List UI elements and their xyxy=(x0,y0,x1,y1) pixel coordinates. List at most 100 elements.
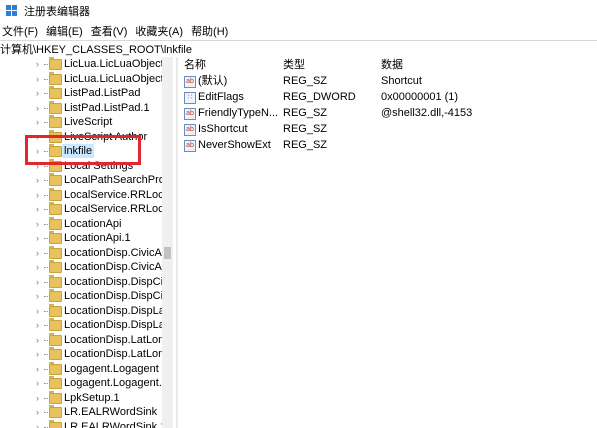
chevron-right-icon[interactable]: › xyxy=(36,231,44,245)
chevron-right-icon[interactable]: › xyxy=(36,347,44,361)
value-row[interactable]: ab FriendlyTypeN... REG_SZ @shell32.dll,-41… xyxy=(178,105,597,121)
red-highlight-box xyxy=(25,135,141,165)
value-name: IsShortcut xyxy=(198,123,248,135)
folder-icon xyxy=(49,347,62,360)
tree-item[interactable]: › LocationApi xyxy=(0,216,170,231)
value-row[interactable]: ∷ EditFlags REG_DWORD 0x00000001 (1) xyxy=(178,89,597,105)
menu-view[interactable]: 查看(V) xyxy=(87,23,132,39)
folder-icon xyxy=(49,216,62,230)
tree-item-label: ListPad.ListPad.1 xyxy=(64,101,150,114)
folder-icon xyxy=(49,260,62,273)
menu-file[interactable]: 文件(F) xyxy=(0,23,42,39)
folder-icon xyxy=(49,115,62,128)
tree-scrollbar-thumb[interactable] xyxy=(164,247,171,259)
tree-item[interactable]: › LicLua.LicLuaObject. xyxy=(0,71,170,86)
chevron-right-icon[interactable]: › xyxy=(36,376,44,390)
tree-item-label: LocationApi xyxy=(64,217,122,230)
tree-item-label: Logagent.Logagent xyxy=(64,362,159,375)
tree-item[interactable]: › LocationDisp.LatLon xyxy=(0,347,170,361)
chevron-right-icon[interactable]: › xyxy=(36,115,44,129)
tree-item-label: LicLua.LicLuaObject. xyxy=(64,72,167,85)
tree-item[interactable]: › LocationDisp.LatLon xyxy=(0,332,170,347)
folder-icon xyxy=(49,245,62,259)
chevron-right-icon[interactable]: › xyxy=(36,246,44,260)
chevron-right-icon[interactable]: › xyxy=(36,260,44,274)
tree-item[interactable]: › LocationDisp.DispLa xyxy=(0,303,170,318)
tree-scrollbar[interactable] xyxy=(162,57,173,428)
column-header-name[interactable]: 名称 xyxy=(184,57,206,73)
tree-item[interactable]: › ListPad.ListPad xyxy=(0,86,170,100)
chevron-right-icon[interactable]: › xyxy=(36,86,44,100)
tree-item[interactable]: › LocationDisp.DispCiv xyxy=(0,289,170,303)
column-header-type[interactable]: 类型 xyxy=(283,57,305,73)
tree-item[interactable]: › ListPad.ListPad.1 xyxy=(0,100,170,115)
folder-icon xyxy=(49,419,62,428)
chevron-right-icon[interactable]: › xyxy=(36,57,44,71)
chevron-right-icon[interactable]: › xyxy=(36,318,44,332)
tree-item[interactable]: › LocalService.RRLoca xyxy=(0,187,170,202)
tree-item[interactable]: › LR.EALRWordSink.1 xyxy=(0,419,170,428)
chevron-right-icon[interactable]: › xyxy=(36,217,44,231)
title-bar: 注册表编辑器 xyxy=(0,0,597,22)
tree-item-label: LocalPathSearchProv xyxy=(64,174,170,186)
tree-item[interactable]: › LiveScript xyxy=(0,115,170,129)
folder-icon xyxy=(49,289,62,302)
value-name: FriendlyTypeN... xyxy=(198,107,279,119)
tree-item[interactable]: › LocationDisp.CivicAd xyxy=(0,245,170,260)
tree-item-label: LocalService.RRLoca xyxy=(64,203,170,215)
folder-icon xyxy=(49,86,62,99)
values-list: 名称 类型 数据 ab (默认) REG_SZ Shortcut ∷ EditFlags R… xyxy=(178,57,597,428)
tree-item[interactable]: › LocalPathSearchProv xyxy=(0,173,170,187)
tree-item[interactable]: › LocationDisp.DispCiv xyxy=(0,274,170,289)
address-bar[interactable]: 计算机\HKEY_CLASSES_ROOT\lnkfile xyxy=(0,40,597,58)
tree-item[interactable]: › Logagent.Logagent. xyxy=(0,376,170,390)
chevron-right-icon[interactable]: › xyxy=(36,173,44,187)
folder-icon xyxy=(49,361,62,375)
menu-favorites[interactable]: 收藏夹(A) xyxy=(131,23,187,39)
folder-icon xyxy=(49,231,62,244)
tree-item[interactable]: › LocationDisp.DispLa xyxy=(0,318,170,332)
chevron-right-icon[interactable]: › xyxy=(36,275,44,289)
chevron-right-icon[interactable]: › xyxy=(36,101,44,115)
value-name: EditFlags xyxy=(198,91,244,103)
tree-item-label: LiveScript xyxy=(64,116,113,128)
tree-item[interactable]: › Logagent.Logagent xyxy=(0,361,170,376)
chevron-right-icon[interactable]: › xyxy=(36,188,44,202)
chevron-right-icon[interactable]: › xyxy=(36,202,44,216)
tree-item[interactable]: › LocationDisp.CivicAd xyxy=(0,260,170,274)
column-header-data[interactable]: 数据 xyxy=(381,57,403,73)
folder-icon xyxy=(49,376,62,389)
chevron-right-icon[interactable]: › xyxy=(36,289,44,303)
menu-help[interactable]: 帮助(H) xyxy=(187,23,232,39)
address-path[interactable]: 计算机\HKEY_CLASSES_ROOT\lnkfile xyxy=(0,41,192,57)
value-type: REG_SZ xyxy=(283,107,328,119)
tree-item[interactable]: › LocalService.RRLoca xyxy=(0,202,170,216)
tree-item-label: LocationDisp.DispLa xyxy=(64,319,165,331)
folder-icon xyxy=(49,57,62,70)
string-value-icon: ab xyxy=(184,108,196,120)
tree-item[interactable]: › LR.EALRWordSink xyxy=(0,405,170,419)
value-row[interactable]: ab (默认) REG_SZ Shortcut xyxy=(178,73,597,89)
chevron-right-icon[interactable]: › xyxy=(36,304,44,318)
tree-item[interactable]: › LicLua.LicLuaObject xyxy=(0,57,170,71)
registry-key-tree[interactable]: › LicLua.LicLuaObject › LicLua.LicLuaObject… xyxy=(0,57,176,428)
chevron-right-icon[interactable]: › xyxy=(36,333,44,347)
tree-item-label: LocationDisp.CivicAd xyxy=(64,246,168,259)
tree-item-label: LocalService.RRLoca xyxy=(64,188,170,201)
tree-item-label: LR.EALRWordSink xyxy=(64,406,158,418)
chevron-right-icon[interactable]: › xyxy=(36,72,44,86)
chevron-right-icon[interactable]: › xyxy=(36,420,44,428)
folder-icon xyxy=(49,390,62,404)
folder-icon xyxy=(49,100,62,114)
value-row[interactable]: ab IsShortcut REG_SZ xyxy=(178,121,597,137)
value-row[interactable]: ab NeverShowExt REG_SZ xyxy=(178,137,597,153)
tree-item[interactable]: › LocationApi.1 xyxy=(0,231,170,245)
chevron-right-icon[interactable]: › xyxy=(36,405,44,419)
menu-edit[interactable]: 编辑(E) xyxy=(42,23,87,39)
value-type: REG_SZ xyxy=(283,123,328,135)
chevron-right-icon[interactable]: › xyxy=(36,391,44,405)
tree-item-label: LocationDisp.DispCiv xyxy=(64,290,169,302)
chevron-right-icon[interactable]: › xyxy=(36,362,44,376)
value-type: REG_DWORD xyxy=(283,91,356,103)
tree-item[interactable]: › LpkSetup.1 xyxy=(0,390,170,405)
